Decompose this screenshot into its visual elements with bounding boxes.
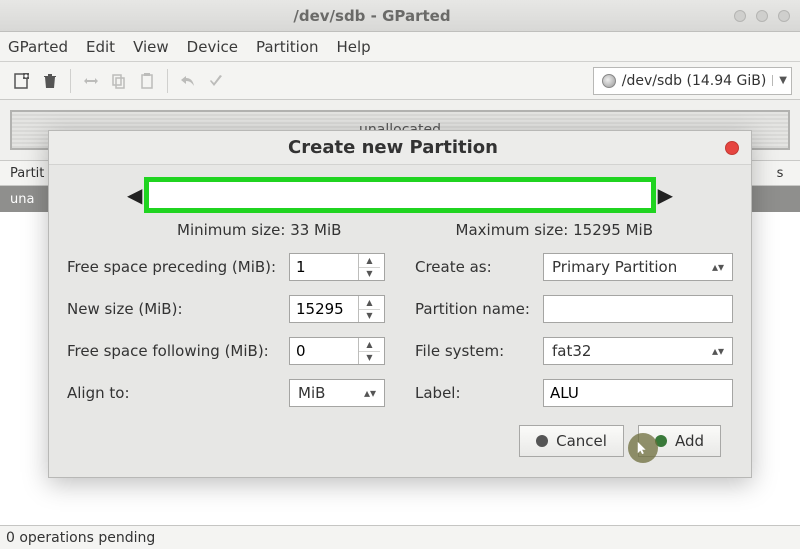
label-input[interactable] [544, 380, 732, 406]
spin-up-icon[interactable]: ▲ [359, 296, 380, 310]
create-as-combo[interactable]: Primary Partition ▴▾ [543, 253, 733, 281]
dialog-title: Create new Partition [61, 137, 725, 158]
dialog-titlebar: Create new Partition [49, 131, 751, 165]
new-size-input[interactable] [290, 300, 358, 318]
window-controls [734, 10, 790, 22]
menu-view[interactable]: View [133, 38, 169, 56]
chevron-updown-icon: ▴▾ [712, 260, 724, 274]
file-system-combo[interactable]: fat32 ▴▾ [543, 337, 733, 365]
label-field[interactable] [543, 379, 733, 407]
align-to-label: Align to: [67, 384, 279, 402]
status-bar: 0 operations pending [0, 525, 800, 549]
resize-move-icon[interactable] [77, 67, 105, 95]
undo-icon[interactable] [174, 67, 202, 95]
maximum-size-label: Maximum size: 15295 MiB [456, 221, 653, 239]
menu-edit[interactable]: Edit [86, 38, 115, 56]
device-selector-label: /dev/sdb (14.94 GiB) [622, 73, 767, 89]
close-button[interactable] [778, 10, 790, 22]
align-to-combo[interactable]: MiB ▴▾ [289, 379, 385, 407]
disk-icon [602, 74, 616, 88]
free-preceding-spinner[interactable]: ▲▼ [289, 253, 385, 281]
align-to-value: MiB [298, 384, 325, 402]
size-limits: Minimum size: 33 MiB Maximum size: 15295… [67, 213, 733, 253]
cancel-icon [536, 435, 548, 447]
cancel-button[interactable]: Cancel [519, 425, 624, 457]
col-flags[interactable]: s [760, 166, 800, 181]
file-system-label: File system: [415, 342, 533, 360]
file-system-value: fat32 [552, 342, 591, 360]
window-titlebar: /dev/sdb - GParted [0, 0, 800, 32]
minimize-button[interactable] [734, 10, 746, 22]
size-visualizer: ◀ ▶ [67, 177, 733, 213]
menu-gparted[interactable]: GParted [8, 38, 68, 56]
partition-name-label: Partition name: [415, 300, 533, 318]
create-partition-dialog: Create new Partition ◀ ▶ Minimum size: 3… [48, 130, 752, 478]
spin-down-icon[interactable]: ▼ [359, 268, 380, 281]
partition-name-field[interactable] [543, 295, 733, 323]
add-button[interactable]: Add [638, 425, 721, 457]
status-text: 0 operations pending [6, 530, 155, 546]
new-size-label: New size (MiB): [67, 300, 279, 318]
free-preceding-label: Free space preceding (MiB): [67, 258, 279, 276]
window-title: /dev/sdb - GParted [10, 7, 734, 25]
chevron-down-icon: ▼ [772, 75, 787, 86]
new-partition-icon[interactable] [8, 67, 36, 95]
size-bar[interactable] [144, 177, 655, 213]
free-following-spinner[interactable]: ▲▼ [289, 337, 385, 365]
spin-up-icon[interactable]: ▲ [359, 338, 380, 352]
add-icon [655, 435, 667, 447]
spin-up-icon[interactable]: ▲ [359, 254, 380, 268]
maximize-button[interactable] [756, 10, 768, 22]
new-size-spinner[interactable]: ▲▼ [289, 295, 385, 323]
device-selector[interactable]: /dev/sdb (14.94 GiB) ▼ [593, 67, 792, 95]
label-label: Label: [415, 384, 533, 402]
free-following-input[interactable] [290, 342, 358, 360]
resize-handle-right[interactable]: ▶ [658, 183, 673, 207]
add-button-label: Add [675, 432, 704, 450]
menubar: GParted Edit View Device Partition Help [0, 32, 800, 62]
chevron-updown-icon: ▴▾ [712, 344, 724, 358]
partition-name-input[interactable] [544, 296, 732, 322]
table-row-label: una [10, 192, 34, 207]
spin-down-icon[interactable]: ▼ [359, 352, 380, 365]
apply-icon[interactable] [202, 67, 230, 95]
toolbar-separator [70, 69, 71, 93]
dialog-close-button[interactable] [725, 141, 739, 155]
cancel-button-label: Cancel [556, 432, 607, 450]
spin-down-icon[interactable]: ▼ [359, 310, 380, 323]
create-as-value: Primary Partition [552, 258, 677, 276]
menu-partition[interactable]: Partition [256, 38, 319, 56]
toolbar: /dev/sdb (14.94 GiB) ▼ [0, 62, 800, 100]
free-following-label: Free space following (MiB): [67, 342, 279, 360]
toolbar-separator [167, 69, 168, 93]
paste-icon[interactable] [133, 67, 161, 95]
resize-handle-left[interactable]: ◀ [127, 183, 142, 207]
delete-icon[interactable] [36, 67, 64, 95]
chevron-updown-icon: ▴▾ [364, 386, 376, 400]
menu-device[interactable]: Device [187, 38, 238, 56]
create-as-label: Create as: [415, 258, 533, 276]
copy-icon[interactable] [105, 67, 133, 95]
minimum-size-label: Minimum size: 33 MiB [177, 221, 341, 239]
free-preceding-input[interactable] [290, 258, 358, 276]
menu-help[interactable]: Help [337, 38, 371, 56]
